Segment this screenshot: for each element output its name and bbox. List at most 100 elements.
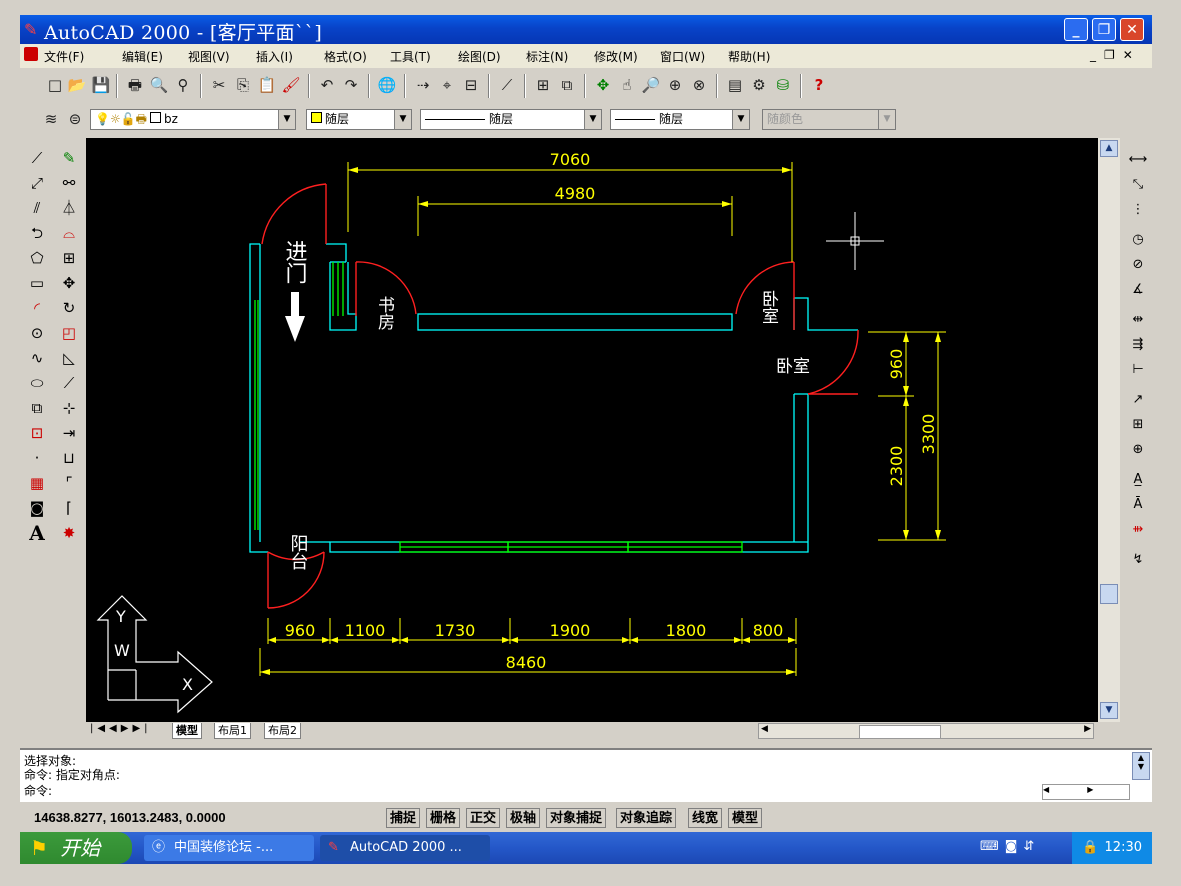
offset-icon[interactable]: ⌓: [56, 221, 82, 245]
menu-dimension[interactable]: 标注(N): [526, 48, 568, 65]
grid-toggle[interactable]: 栅格: [426, 808, 461, 828]
dbconnect-icon[interactable]: ⛁: [772, 74, 794, 96]
menu-insert[interactable]: 插入(I): [256, 48, 293, 65]
tab-layout1[interactable]: 布局1: [214, 723, 251, 739]
make-block-icon[interactable]: ⊡: [24, 421, 50, 445]
new-icon[interactable]: □: [44, 74, 66, 96]
region-icon[interactable]: ◙: [24, 496, 50, 520]
dimension-edit-icon[interactable]: A̲: [1126, 468, 1150, 492]
dimension-text-edit-icon[interactable]: Ā: [1126, 493, 1150, 517]
angular-dimension-icon[interactable]: ∡: [1126, 278, 1150, 302]
menu-window[interactable]: 窗口(W): [660, 48, 705, 65]
print-icon[interactable]: 🖶: [124, 74, 146, 96]
taskbar-item-forum[interactable]: ⓔ 中国装修论坛 -...: [144, 835, 314, 861]
multiline-icon[interactable]: ⫽: [24, 196, 50, 220]
find-icon[interactable]: ⚲: [172, 74, 194, 96]
horizontal-scrollbar[interactable]: ◀ ▶: [758, 723, 1094, 739]
break-icon[interactable]: ⊔: [56, 446, 82, 470]
mirror-icon[interactable]: ⏃: [56, 196, 82, 220]
horizontal-scroll-thumb[interactable]: [859, 725, 941, 739]
tab-nav-buttons[interactable]: |◀◀▶▶|: [90, 723, 152, 734]
arc-icon[interactable]: ◜: [24, 296, 50, 320]
dropdown-arrow-icon[interactable]: ▼: [584, 110, 601, 129]
fillet-icon[interactable]: ⌈: [56, 496, 82, 520]
zoom-previous-icon[interactable]: ⊕: [664, 74, 686, 96]
help-icon[interactable]: ?: [808, 74, 830, 96]
trim-icon[interactable]: ⊹: [56, 396, 82, 420]
vertical-scrollbar[interactable]: ▲ ▼: [1098, 138, 1120, 722]
menu-file[interactable]: 文件(F): [44, 48, 84, 65]
spline-icon[interactable]: ∿: [24, 346, 50, 370]
quick-dimension-icon[interactable]: ⇹: [1126, 308, 1150, 332]
pan-icon[interactable]: ✥: [592, 74, 614, 96]
design-center-icon[interactable]: ⚙: [748, 74, 770, 96]
linear-dimension-icon[interactable]: ⟷: [1126, 148, 1150, 172]
ortho-toggle[interactable]: 正交: [466, 808, 501, 828]
baseline-dimension-icon[interactable]: ⇶: [1126, 333, 1150, 357]
scroll-down-icon[interactable]: ▼: [1100, 702, 1118, 719]
dropdown-arrow-icon[interactable]: ▼: [394, 110, 411, 129]
explode-icon[interactable]: ✸: [56, 521, 82, 545]
radius-dimension-icon[interactable]: ◷: [1126, 228, 1150, 252]
open-icon[interactable]: 📂: [66, 74, 88, 96]
center-mark-icon[interactable]: ⊕: [1126, 438, 1150, 462]
cut-icon[interactable]: ✂: [208, 74, 230, 96]
copy-icon[interactable]: ⎘: [232, 74, 254, 96]
dropdown-arrow-icon[interactable]: ▼: [278, 110, 295, 129]
chamfer-icon[interactable]: ⌜: [56, 471, 82, 495]
zoom-realtime-icon[interactable]: ☝: [616, 74, 638, 96]
viewports-icon[interactable]: ⊞: [532, 74, 554, 96]
make-current-layer-icon[interactable]: ⊜: [64, 108, 86, 130]
tracking-icon[interactable]: ⇢: [412, 74, 434, 96]
match-properties-icon[interactable]: 🖌: [280, 74, 302, 96]
zoom-extents-icon[interactable]: ⊗: [688, 74, 710, 96]
undo-icon[interactable]: ↶: [316, 74, 338, 96]
linetype-combo[interactable]: 随层 ▼: [420, 109, 602, 130]
polar-toggle[interactable]: 极轴: [506, 808, 541, 828]
point-icon[interactable]: ·: [24, 446, 50, 470]
erase-icon[interactable]: ✎: [56, 146, 82, 170]
layer-combo[interactable]: 💡☼🔓🖶 bz ▼: [90, 109, 296, 130]
copy-object-icon[interactable]: ⚯: [56, 171, 82, 195]
close-button[interactable]: ✕: [1120, 18, 1144, 41]
menu-draw[interactable]: 绘图(D): [458, 48, 501, 65]
insert-block-icon[interactable]: ⧉: [24, 396, 50, 420]
lineweight-toggle[interactable]: 线宽: [688, 808, 723, 828]
taskbar-item-autocad[interactable]: ✎ AutoCAD 2000 ...: [320, 835, 490, 861]
aligned-dimension-icon[interactable]: ⤡: [1126, 173, 1150, 197]
ellipse-icon[interactable]: ⬭: [24, 371, 50, 395]
snap-toggle[interactable]: 捕捉: [386, 808, 421, 828]
rotate-icon[interactable]: ↻: [56, 296, 82, 320]
tab-layout2[interactable]: 布局2: [264, 723, 301, 739]
lineweight-combo[interactable]: 随层 ▼: [610, 109, 750, 130]
move-icon[interactable]: ✥: [56, 271, 82, 295]
tray-icons[interactable]: ⌨◙⇵: [980, 839, 1040, 854]
continue-dimension-icon[interactable]: ⊢: [1126, 358, 1150, 382]
tolerance-icon[interactable]: ⊞: [1126, 413, 1150, 437]
menu-edit[interactable]: 编辑(E): [122, 48, 163, 65]
dimension-update-icon[interactable]: ⇻: [1126, 518, 1150, 542]
scroll-right-icon[interactable]: ▶: [1084, 724, 1091, 734]
dimension-style-icon[interactable]: ↯: [1126, 548, 1150, 572]
maximize-button[interactable]: ❐: [1092, 18, 1116, 41]
start-button[interactable]: ⚑ 开始: [20, 832, 132, 864]
scroll-thumb[interactable]: [1100, 584, 1118, 604]
otrack-toggle[interactable]: 对象追踪: [616, 808, 677, 828]
polyline-icon[interactable]: ⮌: [24, 221, 50, 245]
named-views-icon[interactable]: ⧉: [556, 74, 578, 96]
command-scrollbar[interactable]: ▲ ▼: [1132, 752, 1150, 780]
lengthen-icon[interactable]: ⟋: [56, 371, 82, 395]
paste-icon[interactable]: 📋: [256, 74, 278, 96]
command-hscroll[interactable]: ◀ ▶: [1042, 784, 1130, 800]
hyperlink-icon[interactable]: 🌐: [376, 74, 398, 96]
dropdown-arrow-icon[interactable]: ▼: [732, 110, 749, 129]
line-icon[interactable]: ⟋: [24, 146, 50, 170]
stretch-icon[interactable]: ◺: [56, 346, 82, 370]
scale-icon[interactable]: ◰: [56, 321, 82, 345]
construction-line-icon[interactable]: ⤢: [24, 171, 50, 195]
menu-tools[interactable]: 工具(T): [390, 48, 431, 65]
layer-manager-icon[interactable]: ≋: [40, 108, 62, 130]
color-combo[interactable]: 随层 ▼: [306, 109, 412, 130]
save-icon[interactable]: 💾: [90, 74, 112, 96]
menu-help[interactable]: 帮助(H): [728, 48, 770, 65]
